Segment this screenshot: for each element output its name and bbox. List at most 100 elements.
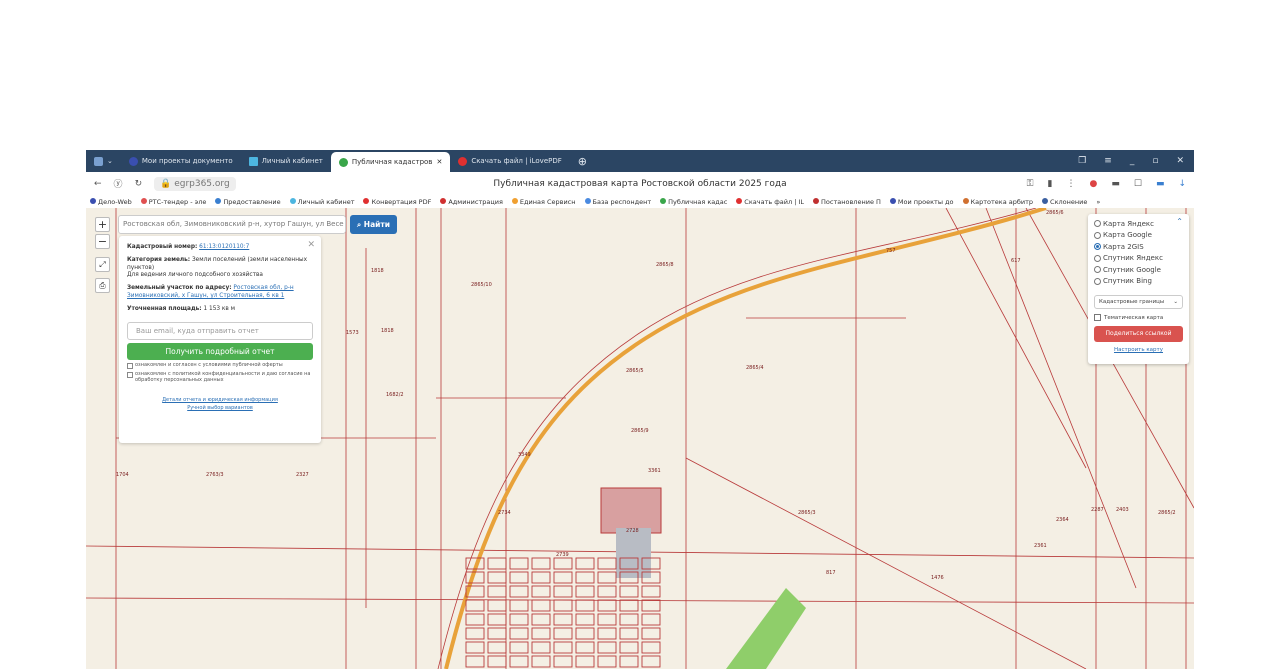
tab-label: Личный кабинет <box>261 157 323 165</box>
parcel <box>619 627 639 640</box>
layer-select[interactable]: Кадастровые границы ⌄ <box>1094 295 1183 309</box>
url-field[interactable]: 🔒 egrp365.org <box>154 176 236 191</box>
bookmark-item[interactable]: Публичная кадас <box>660 197 728 206</box>
collections-icon[interactable]: ❐ <box>1078 156 1086 166</box>
basemap-radio[interactable]: Карта Яндекс <box>1094 218 1183 230</box>
tab-3-active[interactable]: Публичная кадастров ✕ <box>330 152 451 172</box>
yandex-icon[interactable]: ⓨ <box>114 177 123 190</box>
bookmark-item[interactable]: Конвертация PDF <box>363 197 431 206</box>
parcel <box>487 641 507 654</box>
bookmark-item[interactable]: Постановление П <box>813 197 881 206</box>
parcel <box>619 655 639 668</box>
bookmark-item[interactable]: Единая Сервисн <box>511 197 576 206</box>
downloads-icon[interactable]: ↓ <box>1178 179 1186 189</box>
share-link-button[interactable]: Поделиться ссылкой <box>1094 326 1183 342</box>
parcel-number-label: 1818 <box>371 268 384 274</box>
bookmark-item[interactable]: Мои проекты до <box>889 197 954 206</box>
bookmark-item[interactable]: Личный кабинет <box>289 197 354 206</box>
parcel <box>641 585 661 598</box>
extension-icon[interactable]: ● <box>1089 179 1097 189</box>
bookmark-item[interactable]: База респондент <box>584 197 651 206</box>
parcel <box>531 627 551 640</box>
close-tab-icon[interactable]: ✕ <box>436 158 442 166</box>
cad-label: Кадастровый номер: <box>127 244 198 250</box>
area-value: 1 153 кв м <box>203 305 236 312</box>
parcel <box>465 627 485 640</box>
get-report-button[interactable]: Получить подробный отчет <box>127 342 313 360</box>
area-label: Уточненная площадь: <box>127 305 202 312</box>
parcel <box>509 599 529 612</box>
parcel <box>487 613 507 626</box>
browser-menu-button[interactable]: ⌄ <box>86 152 121 170</box>
basemap-radio[interactable]: Карта 2GIS <box>1094 241 1183 253</box>
menu-icon[interactable]: ≡ <box>1104 156 1112 166</box>
reload-icon[interactable]: ↻ <box>135 179 143 189</box>
bookmark-item[interactable]: Предоставление <box>215 197 281 206</box>
parcel <box>553 627 573 640</box>
bookmark-item[interactable]: Склонение <box>1042 197 1087 206</box>
manual-select-link[interactable]: Ручной выбор вариантов <box>187 405 253 411</box>
privacy-checkbox[interactable] <box>127 371 133 378</box>
parcel <box>509 627 529 640</box>
parcel <box>575 585 595 598</box>
configure-map-link[interactable]: Настроить карту <box>1094 347 1183 353</box>
tab-2[interactable]: Личный кабинет <box>241 152 331 170</box>
parcel-number-label: 817 <box>826 570 836 576</box>
translate-icon[interactable]: ⚿ <box>1027 179 1034 189</box>
parcel <box>619 613 639 626</box>
extension-icon[interactable]: ▬ <box>1111 179 1120 189</box>
address-search-input[interactable]: Ростовская обл, Зимовниковский р-н, хуто… <box>118 215 346 234</box>
bookmark-item[interactable]: Скачать файл | IL <box>736 197 804 206</box>
window-controls: ❐ ≡ _ ▫ ✕ <box>1078 156 1194 166</box>
search-button[interactable]: ⌕ Найти <box>350 215 397 234</box>
email-input[interactable]: Ваш email, куда отправить отчет <box>127 321 313 340</box>
new-tab-button[interactable]: ⊕ <box>570 152 595 170</box>
minimize-button[interactable]: _ <box>1130 156 1135 166</box>
offer-label: ознакомлен и согласен с условиями публич… <box>135 361 283 368</box>
basemap-radio[interactable]: Спутник Bing <box>1094 276 1183 288</box>
thematic-checkbox[interactable] <box>1094 314 1101 321</box>
parcel <box>509 655 529 668</box>
radio-icon <box>1094 231 1101 239</box>
bookmark-favicon-icon <box>440 197 447 204</box>
basemap-label: Карта Яндекс <box>1103 219 1154 228</box>
parcel-number-label: 2865/2 <box>1158 510 1176 516</box>
zoom-in-button[interactable]: + <box>95 217 110 232</box>
details-link[interactable]: Детали отчета и юридическая информация <box>162 397 278 403</box>
parcel-number-label: 3349 <box>518 452 531 458</box>
bookmark-item[interactable]: » <box>1096 198 1100 206</box>
close-icon[interactable]: ✕ <box>307 240 315 250</box>
bookmark-item[interactable]: Картотека арбитр <box>962 197 1033 206</box>
basemap-label: Спутник Google <box>1103 265 1161 274</box>
basemap-radio[interactable]: Спутник Яндекс <box>1094 253 1183 265</box>
cad-number-link[interactable]: 61:13:0120110:7 <box>199 244 249 250</box>
extension-icon[interactable]: ▬ <box>1156 179 1165 189</box>
bookmark-item[interactable]: Администрация <box>440 197 503 206</box>
print-icon[interactable]: ⎙ <box>95 278 110 293</box>
close-window-button[interactable]: ✕ <box>1176 156 1184 166</box>
bookmark-label: РТС-тендер - эле <box>148 197 207 206</box>
cadastral-map[interactable]: 2865/6 2865/8 2865/10 1818 1573 1818 2865/5 286… <box>86 208 1194 669</box>
fullscreen-icon[interactable]: ⤢ <box>95 257 110 272</box>
more-icon[interactable]: ⋮ <box>1066 179 1075 189</box>
tab-4[interactable]: Скачать файл | iLovePDF <box>450 152 569 170</box>
chevron-down-icon: ⌄ <box>1173 299 1178 305</box>
tab-1[interactable]: Мои проекты документо <box>121 152 241 170</box>
bookmark-item[interactable]: РТС-тендер - эле <box>140 197 207 206</box>
extension-icon[interactable]: ☐ <box>1134 179 1142 189</box>
parcel <box>487 571 507 584</box>
back-icon[interactable]: ← <box>94 179 102 189</box>
chevron-up-icon[interactable]: ⌃ <box>1176 217 1183 226</box>
basemap-radio[interactable]: Карта Google <box>1094 230 1183 242</box>
bookmark-item[interactable]: Дело-Web <box>90 197 132 206</box>
thematic-label: Тематическая карта <box>1104 314 1164 321</box>
restore-button[interactable]: ▫ <box>1152 156 1158 166</box>
offer-checkbox[interactable] <box>127 362 133 369</box>
bookmark-favicon-icon <box>813 197 820 204</box>
basemap-radio[interactable]: Спутник Google <box>1094 264 1183 276</box>
parcel <box>575 641 595 654</box>
bookmark-label: Публичная кадас <box>668 197 728 206</box>
bookmark-icon[interactable]: ▮ <box>1048 179 1053 189</box>
zoom-out-button[interactable]: − <box>95 234 110 249</box>
bookmark-favicon-icon <box>584 197 591 204</box>
